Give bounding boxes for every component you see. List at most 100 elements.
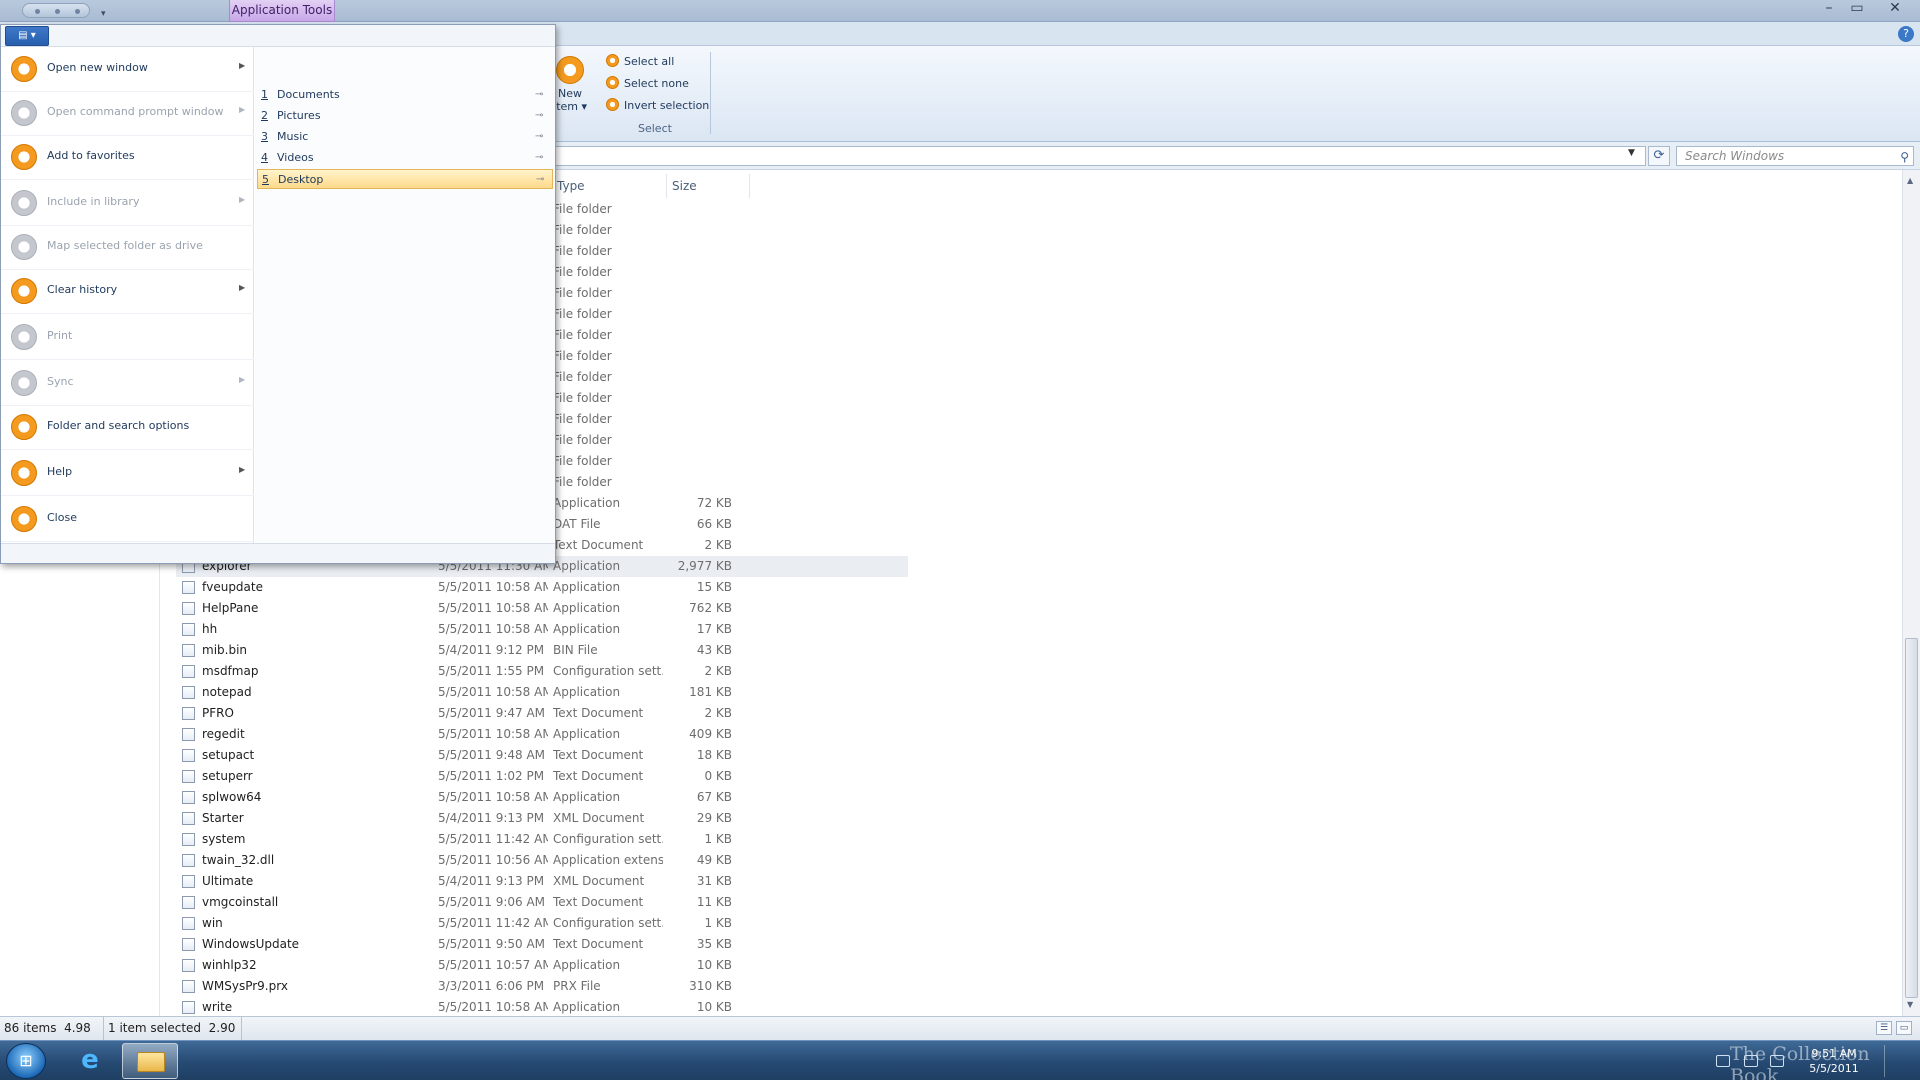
file-menu-button[interactable]: ▤ ▾ <box>5 26 49 46</box>
file-type: Text Document <box>553 937 644 951</box>
frequent-place-number: 2 <box>261 109 268 122</box>
qat-up-icon[interactable] <box>75 9 80 14</box>
tray-volume-icon[interactable] <box>1770 1055 1784 1067</box>
file-row[interactable]: vmgcoinstall 5/5/2011 9:06 AM Text Documen… <box>176 892 908 913</box>
file-row[interactable]: HelpPane 5/5/2011 10:58 AM Application 762 … <box>176 598 908 619</box>
qat-back-icon[interactable] <box>35 9 40 14</box>
file-type: File folder <box>553 412 612 426</box>
pin-icon[interactable]: ⊸ <box>535 127 543 147</box>
file-row[interactable]: winhlp32 5/5/2011 10:57 AM Application 10 K… <box>176 955 908 976</box>
file-name: hh <box>202 622 218 636</box>
taskbar-internet-explorer[interactable]: e <box>62 1043 118 1079</box>
file-menu-item[interactable]: Sync ▶ <box>1 361 254 406</box>
column-header-type[interactable]: Type <box>553 174 667 198</box>
address-dropdown-icon[interactable]: ▼ <box>1628 148 1635 158</box>
frequent-place-item[interactable]: 3 Music ⊸ <box>257 127 553 147</box>
taskbar-windows-explorer[interactable] <box>122 1043 178 1079</box>
invert-selection-button[interactable]: Invert selection <box>606 98 709 112</box>
file-date-modified: 5/5/2011 10:58 AM <box>438 1000 548 1014</box>
refresh-button[interactable]: ⟳ <box>1648 146 1670 166</box>
maximize-button[interactable]: ▭ <box>1842 0 1872 18</box>
frequent-place-item[interactable]: 5 Desktop ⊸ <box>257 169 553 189</box>
file-menu-item[interactable]: Add to favorites <box>1 135 254 180</box>
file-row[interactable]: write 5/5/2011 10:58 AM Application 10 KB <box>176 997 908 1016</box>
file-icon <box>182 1001 195 1014</box>
frequent-place-item[interactable]: 1 Documents ⊸ <box>257 85 553 105</box>
frequent-place-label: Music <box>277 130 309 143</box>
file-size: 2,977 KB <box>677 559 732 573</box>
menu-item-icon <box>11 100 37 126</box>
new-item-button[interactable]: New Item ▾ <box>552 56 588 113</box>
close-window-button[interactable]: ✕ <box>1880 0 1910 18</box>
frequent-place-item[interactable]: 2 Pictures ⊸ <box>257 106 553 126</box>
file-menu-item[interactable]: Open command prompt window ▶ <box>1 91 254 136</box>
file-menu-item[interactable]: Print <box>1 315 254 360</box>
file-menu-item[interactable]: Open new window ▶ <box>1 47 254 92</box>
file-row[interactable]: win 5/5/2011 11:42 AM Configuration sett..… <box>176 913 908 934</box>
file-row[interactable]: setupact 5/5/2011 9:48 AM Text Document 18 … <box>176 745 908 766</box>
file-menu-item[interactable]: Help ▶ <box>1 451 254 496</box>
scrollbar-thumb[interactable] <box>1905 638 1918 998</box>
taskbar-clock[interactable]: 9:51 AM 5/5/2011 <box>1804 1046 1864 1076</box>
file-size: 1 KB <box>704 832 732 846</box>
search-icon[interactable]: ⚲ <box>1900 148 1909 166</box>
details-view-button[interactable]: ☰ <box>1876 1021 1892 1035</box>
file-row[interactable]: notepad 5/5/2011 10:58 AM Application 181 K… <box>176 682 908 703</box>
column-header-size[interactable]: Size <box>668 174 750 198</box>
file-name: HelpPane <box>202 601 259 615</box>
file-type: Text Document <box>553 706 644 720</box>
pin-icon[interactable]: ⊸ <box>535 106 543 126</box>
minimize-button[interactable]: – <box>1814 0 1844 18</box>
contextual-tab-application-tools[interactable]: Application Tools <box>229 0 335 22</box>
file-icon <box>182 749 195 762</box>
file-icon <box>182 686 195 699</box>
file-menu-item[interactable]: Folder and search options <box>1 405 254 450</box>
file-row[interactable]: msdfmap 5/5/2011 1:55 PM Configuration set… <box>176 661 908 682</box>
pin-icon[interactable]: ⊸ <box>535 148 543 168</box>
file-row[interactable]: splwow64 5/5/2011 10:58 AM Application 67 K… <box>176 787 908 808</box>
qat-forward-icon[interactable] <box>55 9 60 14</box>
select-all-icon <box>606 54 619 67</box>
file-row[interactable]: regedit 5/5/2011 10:58 AM Application 409 K… <box>176 724 908 745</box>
help-icon[interactable]: ? <box>1898 26 1914 42</box>
menu-item-label: Folder and search options <box>47 419 190 432</box>
file-row[interactable]: Starter 5/4/2011 9:13 PM XML Document 29 KB <box>176 808 908 829</box>
file-type: File folder <box>553 370 612 384</box>
file-size: 17 KB <box>696 622 732 636</box>
file-row[interactable]: Ultimate 5/4/2011 9:13 PM XML Document 31 K… <box>176 871 908 892</box>
file-row[interactable]: mib.bin 5/4/2011 9:12 PM BIN File 43 KB <box>176 640 908 661</box>
file-row[interactable]: setuperr 5/5/2011 1:02 PM Text Document 0 K… <box>176 766 908 787</box>
show-desktop-button[interactable] <box>1884 1045 1914 1077</box>
scroll-up-icon[interactable]: ▲ <box>1907 176 1913 185</box>
file-row[interactable]: system 5/5/2011 11:42 AM Configuration set… <box>176 829 908 850</box>
start-button[interactable]: ⊞ <box>6 1043 46 1079</box>
file-menu-item[interactable]: Map selected folder as drive <box>1 225 254 270</box>
frequent-place-item[interactable]: 4 Videos ⊸ <box>257 148 553 168</box>
search-input[interactable]: Search Windows ⚲ <box>1676 146 1914 166</box>
qat-dropdown-icon[interactable]: ▾ <box>101 9 106 19</box>
file-size: 2 KB <box>704 706 732 720</box>
file-row[interactable]: fveupdate 5/5/2011 10:58 AM Application 15 … <box>176 577 908 598</box>
tray-network-icon[interactable] <box>1744 1055 1758 1067</box>
file-name: notepad <box>202 685 252 699</box>
menu-item-label: Clear history <box>47 283 118 296</box>
quick-access-toolbar[interactable]: ▾ <box>22 3 106 19</box>
select-all-button[interactable]: Select all <box>606 54 674 68</box>
tray-action-center-icon[interactable] <box>1716 1055 1730 1067</box>
scroll-down-icon[interactable]: ▼ <box>1907 1000 1913 1009</box>
large-icons-view-button[interactable]: ▭ <box>1896 1021 1912 1035</box>
vertical-scrollbar[interactable]: ▲ ▼ <box>1902 170 1920 1016</box>
file-row[interactable]: twain_32.dll 5/5/2011 10:56 AM Application… <box>176 850 908 871</box>
file-row[interactable]: PFRO 5/5/2011 9:47 AM Text Document 2 KB <box>176 703 908 724</box>
file-date-modified: 5/4/2011 9:13 PM <box>438 811 545 825</box>
file-row[interactable]: hh 5/5/2011 10:58 AM Application 17 KB <box>176 619 908 640</box>
file-row[interactable]: WMSysPr9.prx 3/3/2011 6:06 PM PRX File 310 … <box>176 976 908 997</box>
pin-icon[interactable]: ⊸ <box>536 170 544 190</box>
file-row[interactable]: WindowsUpdate 5/5/2011 9:50 AM Text Docume… <box>176 934 908 955</box>
file-menu-item[interactable]: Include in library ▶ <box>1 181 254 226</box>
file-icon <box>182 644 195 657</box>
select-none-button[interactable]: Select none <box>606 76 689 90</box>
file-menu-item[interactable]: Clear history ▶ <box>1 269 254 314</box>
pin-icon[interactable]: ⊸ <box>535 85 543 105</box>
file-menu-item[interactable]: Close <box>1 497 254 542</box>
